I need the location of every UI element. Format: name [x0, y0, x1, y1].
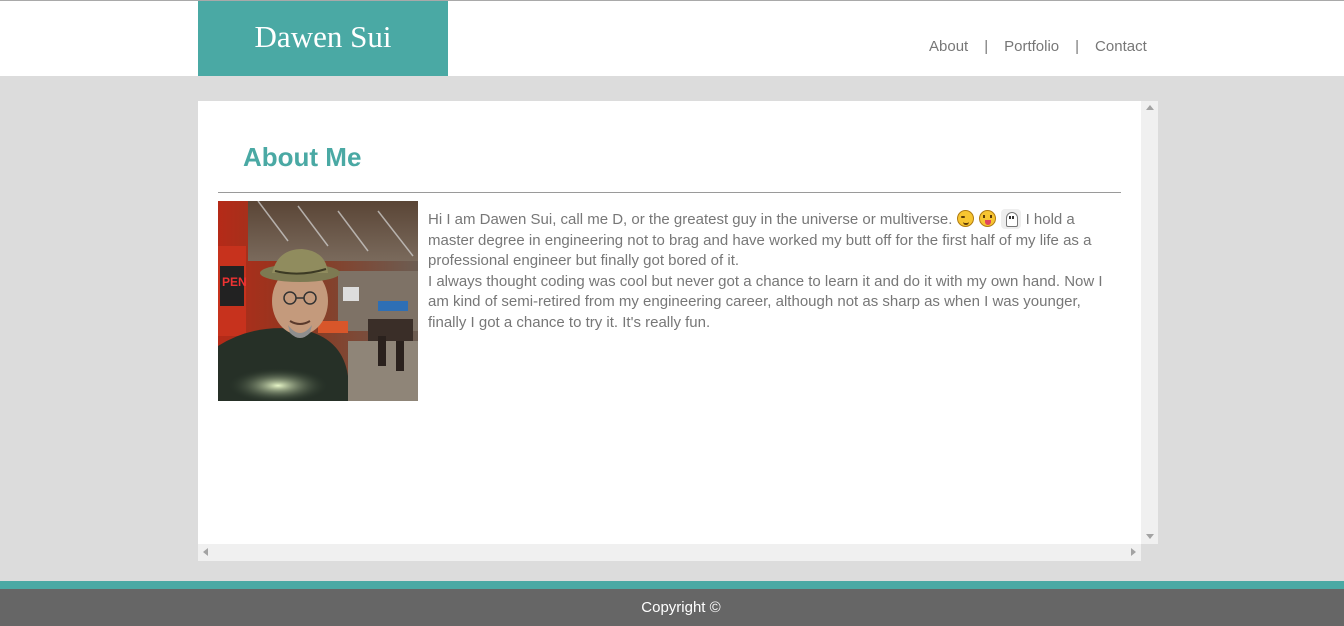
- tongue-face-icon: [979, 210, 997, 227]
- about-text: Hi I am Dawen Sui, call me D, or the gre…: [428, 209, 1113, 333]
- about-intro-text: Hi I am Dawen Sui, call me D, or the gre…: [428, 211, 953, 228]
- scroll-right-arrow-icon[interactable]: [1131, 548, 1136, 556]
- nav-about-link[interactable]: About: [929, 38, 968, 55]
- site-footer: Copyright ©: [0, 589, 1344, 626]
- about-card: About Me PEN Hi I am Dawen Sui, call me …: [198, 101, 1141, 544]
- scroll-up-arrow-icon[interactable]: [1146, 105, 1154, 110]
- nav-portfolio-link[interactable]: Portfolio: [1004, 38, 1059, 55]
- nav-separator: |: [1075, 38, 1080, 55]
- scroll-left-arrow-icon[interactable]: [203, 548, 208, 556]
- nav-separator: |: [984, 38, 989, 55]
- nav-contact-link[interactable]: Contact: [1095, 38, 1147, 55]
- main-nav: About | Portfolio | Contact: [929, 38, 1147, 55]
- scroll-down-arrow-icon[interactable]: [1146, 534, 1154, 539]
- wink-face-icon: [957, 210, 975, 227]
- scrollbar-corner: [1141, 544, 1158, 561]
- about-paragraph-2: I always thought coding was cool but nev…: [428, 272, 1103, 331]
- profile-photo: PEN: [218, 201, 418, 401]
- brand-logo[interactable]: Dawen Sui: [198, 1, 448, 76]
- footer-accent-bar: [0, 581, 1344, 589]
- horizontal-scrollbar[interactable]: [198, 544, 1141, 561]
- ghost-icon: [1001, 209, 1022, 229]
- section-title: About Me: [243, 142, 362, 172]
- vertical-scrollbar[interactable]: [1141, 101, 1158, 544]
- svg-text:PEN: PEN: [222, 275, 247, 289]
- site-header: Dawen Sui About | Portfolio | Contact: [0, 1, 1344, 76]
- title-divider: [218, 192, 1121, 193]
- about-paragraph-1: Hi I am Dawen Sui, call me D, or the gre…: [428, 209, 1113, 272]
- copyright-text: Copyright ©: [641, 599, 721, 616]
